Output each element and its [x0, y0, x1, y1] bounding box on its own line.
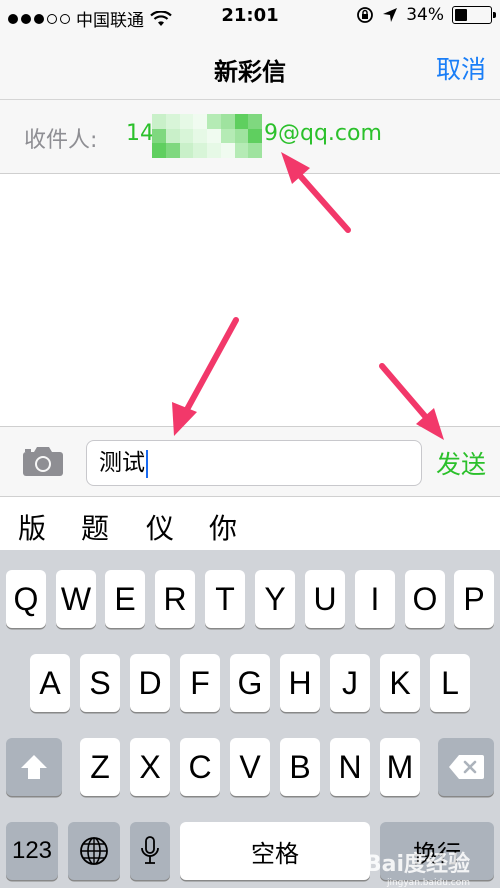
key-label: 换行	[413, 840, 461, 868]
key-label: F	[190, 664, 210, 701]
key-label: J	[342, 664, 358, 701]
text-cursor	[146, 449, 148, 478]
candidate-word[interactable]: 仪	[146, 507, 174, 547]
key-y[interactable]: Y	[255, 570, 295, 628]
key-label: M	[386, 748, 414, 785]
send-button[interactable]: 发送	[436, 445, 486, 481]
key-h[interactable]: H	[280, 654, 320, 712]
key-label: P	[463, 580, 485, 617]
key-label: D	[138, 664, 162, 701]
key-label: A	[39, 664, 61, 701]
key-n[interactable]: N	[330, 738, 370, 796]
key-z[interactable]: Z	[80, 738, 120, 796]
recipient-suffix: 9@qq.com	[264, 121, 382, 146]
return-key[interactable]: 换行	[380, 822, 494, 880]
recipient-prefix: 14	[126, 121, 154, 146]
key-c[interactable]: C	[180, 738, 220, 796]
recipient-field[interactable]: 收件人: 14 9@qq.com	[0, 100, 500, 174]
battery-fill	[455, 9, 467, 21]
key-o[interactable]: O	[405, 570, 445, 628]
key-label: S	[89, 664, 111, 701]
message-input-text: 测试	[99, 450, 145, 476]
key-i[interactable]: I	[355, 570, 395, 628]
key-label: T	[215, 580, 235, 617]
shift-key[interactable]	[6, 738, 62, 796]
key-u[interactable]: U	[305, 570, 345, 628]
key-label: G	[237, 664, 263, 701]
key-t[interactable]: T	[205, 570, 245, 628]
location-arrow-icon	[383, 8, 398, 22]
key-label: 空格	[251, 840, 299, 868]
key-label: X	[139, 748, 161, 785]
candidate-word[interactable]: 你	[209, 507, 237, 547]
battery-icon	[452, 6, 496, 24]
key-label: C	[188, 748, 212, 785]
key-s[interactable]: S	[80, 654, 120, 712]
key-b[interactable]: B	[280, 738, 320, 796]
key-x[interactable]: X	[130, 738, 170, 796]
backspace-icon	[449, 755, 484, 779]
key-w[interactable]: W	[56, 570, 96, 628]
key-l[interactable]: L	[430, 654, 470, 712]
message-thread-area	[0, 174, 500, 426]
key-j[interactable]: J	[330, 654, 370, 712]
key-g[interactable]: G	[230, 654, 270, 712]
microphone-icon	[141, 836, 159, 864]
key-a[interactable]: A	[30, 654, 70, 712]
key-label: V	[239, 748, 261, 785]
key-label: L	[441, 664, 459, 701]
key-label: B	[289, 748, 311, 785]
space-key[interactable]: 空格	[180, 822, 370, 880]
key-f[interactable]: F	[180, 654, 220, 712]
key-label: Q	[13, 580, 39, 617]
numbers-key[interactable]: 123	[6, 822, 58, 880]
compose-bar: 测试 发送	[0, 426, 500, 496]
key-label: N	[338, 748, 362, 785]
key-label: R	[163, 580, 187, 617]
cancel-button[interactable]: 取消	[436, 50, 486, 86]
key-label: K	[389, 664, 411, 701]
key-label: H	[288, 664, 312, 701]
message-input[interactable]: 测试	[86, 440, 422, 486]
key-label: Z	[90, 748, 110, 785]
key-k[interactable]: K	[380, 654, 420, 712]
status-bar: 中国联通 21:01 34%	[0, 0, 500, 34]
globe-icon	[80, 837, 108, 865]
key-d[interactable]: D	[130, 654, 170, 712]
key-label: Y	[264, 580, 286, 617]
globe-key[interactable]	[68, 822, 120, 880]
key-label: E	[114, 580, 136, 617]
page-title: 新彩信	[214, 58, 286, 86]
battery-percent: 34%	[406, 5, 444, 25]
keyboard: Q W E R T Y U I O P A S D F G H J K L Z …	[0, 550, 500, 888]
candidate-word[interactable]: 题	[81, 507, 109, 547]
key-q[interactable]: Q	[6, 570, 46, 628]
shift-arrow-icon	[21, 755, 47, 779]
rotation-lock-icon	[357, 7, 374, 23]
microphone-key[interactable]	[130, 822, 170, 880]
key-v[interactable]: V	[230, 738, 270, 796]
key-r[interactable]: R	[155, 570, 195, 628]
key-label: 123	[11, 837, 53, 864]
key-label: U	[313, 580, 337, 617]
key-label: I	[370, 580, 380, 617]
nav-bar: 新彩信 取消	[0, 34, 500, 100]
key-label: O	[412, 580, 438, 617]
pixelated-redaction	[152, 114, 262, 158]
candidate-word[interactable]: 版	[18, 507, 46, 547]
recipient-label: 收件人:	[24, 128, 98, 153]
key-p[interactable]: P	[454, 570, 494, 628]
status-right: 34%	[356, 5, 496, 25]
camera-icon[interactable]	[22, 445, 64, 477]
key-e[interactable]: E	[105, 570, 145, 628]
key-label: W	[60, 580, 92, 617]
key-m[interactable]: M	[380, 738, 420, 796]
backspace-key[interactable]	[438, 738, 494, 796]
candidate-bar: 版 题 仪 你	[0, 496, 500, 550]
